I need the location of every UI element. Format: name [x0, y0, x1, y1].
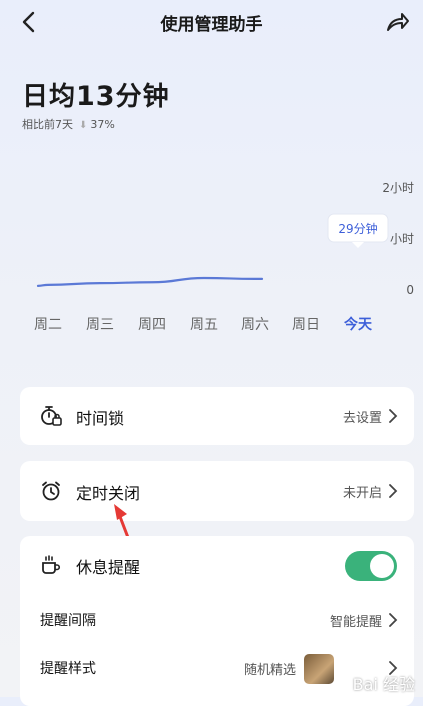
comparison-value: 37%	[90, 118, 115, 131]
daily-average-prefix: 日均	[22, 82, 77, 112]
reminder-style-thumbnail	[304, 654, 334, 684]
share-icon[interactable]	[383, 8, 411, 36]
chevron-right-icon	[389, 613, 398, 627]
tooltip-pointer	[352, 242, 364, 248]
comparison: 相比前7天 ⬇ 37%	[22, 116, 115, 132]
watermark: Bai 经验	[352, 675, 415, 694]
y-tick-label: 2小时	[382, 181, 414, 195]
reminder-style-value: 随机精选	[243, 663, 296, 678]
daily-average: 日均13分钟	[22, 76, 170, 113]
chevron-right-icon	[389, 409, 398, 423]
daily-average-number: 13	[76, 81, 116, 112]
x-tick-today[interactable]: 今天	[343, 316, 373, 333]
timer-lock-icon	[41, 406, 62, 426]
usage-series-line	[36, 276, 264, 287]
scheduled-off-value: 未开启	[342, 486, 382, 501]
rest-reminder-row[interactable]: 休息提醒	[20, 537, 414, 593]
time-lock-value: 去设置	[342, 411, 382, 426]
down-arrow-icon: ⬇	[79, 120, 88, 131]
y-tick-label: 0	[406, 283, 414, 297]
toggle-knob	[370, 554, 394, 578]
daily-average-unit: 分钟	[115, 82, 170, 112]
y-tick-label: 小时	[390, 232, 414, 246]
tooltip-value: 29分钟	[338, 221, 377, 236]
scheduled-off-row[interactable]: 定时关闭 未开启	[20, 463, 414, 519]
top-bar: 使用管理助手	[0, 0, 423, 44]
x-tick-label[interactable]: 周四	[138, 317, 166, 333]
time-lock-row[interactable]: 时间锁 去设置	[20, 388, 414, 444]
time-lock-label: 时间锁	[76, 409, 125, 428]
x-tick-label[interactable]: 周六	[241, 317, 269, 333]
usage-chart: 2小时小时 0 周二 周三 周四 周五 周六 周日 今天 29分钟	[34, 181, 414, 333]
chevron-right-icon	[389, 484, 398, 498]
alarm-clock-icon	[42, 481, 60, 501]
time-lock-card[interactable]: 时间锁 去设置	[20, 387, 414, 445]
x-tick-label[interactable]: 周五	[190, 317, 218, 333]
x-tick-label[interactable]: 周二	[34, 317, 62, 333]
reminder-interval-label: 提醒间隔	[40, 613, 96, 629]
x-tick-label[interactable]: 周三	[86, 317, 114, 333]
rest-reminder-toggle[interactable]	[345, 551, 397, 581]
rest-reminder-label: 休息提醒	[76, 558, 141, 577]
x-tick-label[interactable]: 周日	[292, 317, 320, 333]
page-title: 使用管理助手	[160, 15, 263, 35]
reminder-interval-value: 智能提醒	[329, 615, 382, 630]
coffee-cup-icon	[42, 555, 61, 574]
scheduled-off-card[interactable]: 定时关闭 未开启	[20, 461, 414, 521]
comparison-label: 相比前7天	[22, 118, 73, 131]
reminder-style-label: 提醒样式	[40, 661, 96, 677]
